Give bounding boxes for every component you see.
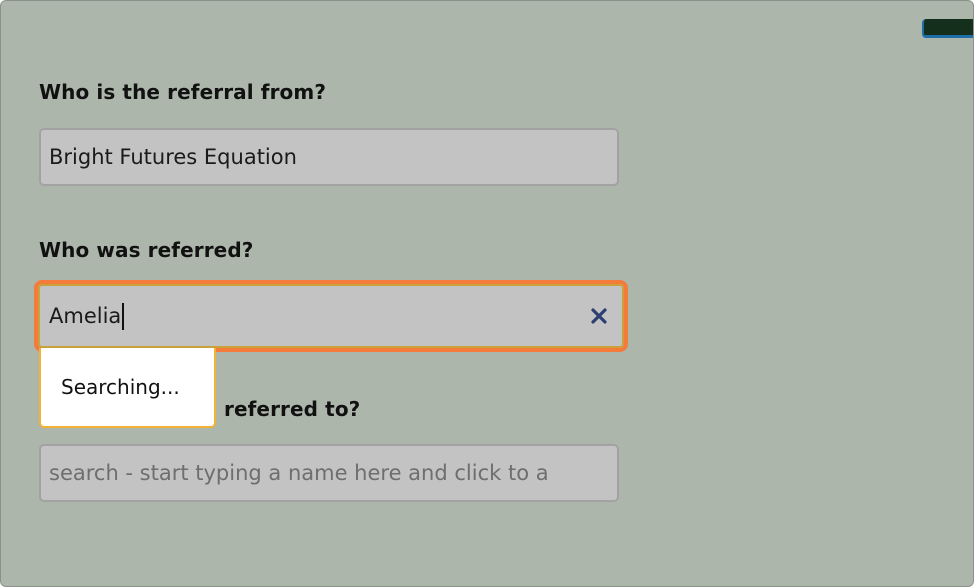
referral-from-field[interactable]: Bright Futures Equation (39, 128, 619, 186)
referred-person-input-value: Amelia (49, 304, 122, 328)
searching-status-text: Searching... (61, 375, 180, 399)
referred-to-placeholder: search - start typing a name here and cl… (49, 461, 549, 485)
search-results-dropdown: Searching... (39, 348, 216, 428)
focus-inner-outline (38, 284, 624, 348)
referred-to-label: referred to? (224, 397, 361, 421)
referral-form-panel: Who is the referral from? Bright Futures… (0, 0, 974, 587)
referred-person-search-input[interactable]: Amelia (34, 280, 628, 352)
top-right-button-fragment[interactable] (922, 19, 973, 38)
text-caret (122, 302, 125, 330)
referral-from-value: Bright Futures Equation (49, 145, 297, 169)
referral-from-label: Who is the referral from? (39, 80, 327, 104)
referred-person-label: Who was referred? (39, 238, 254, 262)
referred-to-search-input[interactable]: search - start typing a name here and cl… (39, 444, 619, 502)
close-icon[interactable] (588, 305, 610, 327)
